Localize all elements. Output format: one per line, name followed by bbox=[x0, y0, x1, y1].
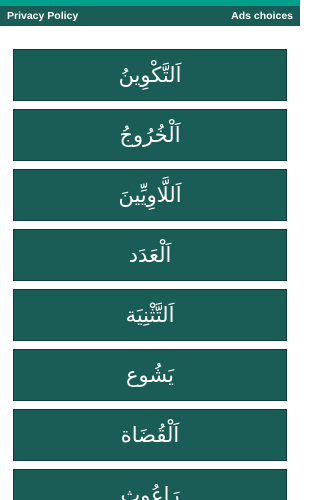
chapter-item[interactable]: اَلتَّكْوِينُ bbox=[13, 49, 287, 101]
chapter-item[interactable]: اَلْقُضَاة bbox=[13, 409, 287, 461]
chapter-title: يَشُوع bbox=[126, 362, 174, 387]
privacy-policy-link[interactable]: Privacy Policy bbox=[7, 6, 78, 26]
chapter-list[interactable]: اَلتَّكْوِينُ اَلْخُرُوجُ اَللَّاوِيِّين… bbox=[13, 49, 287, 500]
chapter-item[interactable]: اَلتَّثْنِيَة bbox=[13, 289, 287, 341]
chapter-item[interactable]: رَاعُوث bbox=[13, 469, 287, 500]
chapter-title: رَاعُوث bbox=[120, 482, 180, 500]
chapter-title: اَلْخُرُوجُ bbox=[119, 122, 181, 147]
chapter-item[interactable]: اَللَّاوِيِّينَ bbox=[13, 169, 287, 221]
chapter-title: اَللَّاوِيِّينَ bbox=[118, 182, 182, 207]
chapter-title: اَلْعَدَد bbox=[128, 242, 172, 267]
top-bar: Privacy Policy Ads choices bbox=[0, 6, 300, 26]
chapter-title: اَلْقُضَاة bbox=[120, 422, 180, 447]
chapter-item[interactable]: اَلْخُرُوجُ bbox=[13, 109, 287, 161]
chapter-title: اَلتَّكْوِينُ bbox=[118, 62, 182, 87]
app-screen: Privacy Policy Ads choices اَلتَّكْوِينُ… bbox=[0, 0, 300, 500]
chapter-item[interactable]: اَلْعَدَد bbox=[13, 229, 287, 281]
chapter-title: اَلتَّثْنِيَة bbox=[125, 302, 175, 327]
ads-choices-link[interactable]: Ads choices bbox=[231, 6, 293, 26]
chapter-item[interactable]: يَشُوع bbox=[13, 349, 287, 401]
